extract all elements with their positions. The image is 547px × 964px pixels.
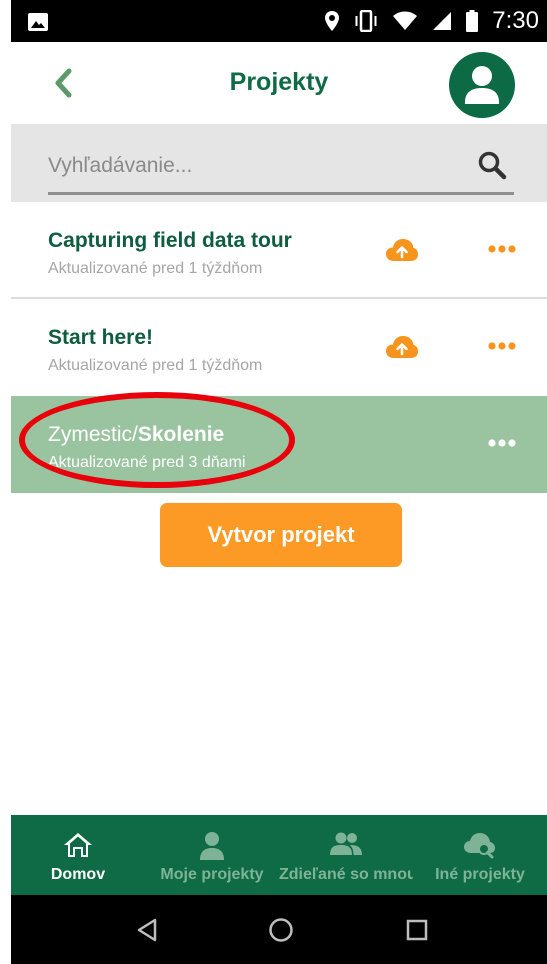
person-icon bbox=[200, 832, 224, 860]
vibrate-icon bbox=[355, 10, 377, 32]
cloud-search-icon bbox=[464, 833, 495, 859]
nav-home[interactable]: Domov bbox=[11, 815, 145, 895]
signal-icon bbox=[433, 12, 452, 30]
project-updated: Aktualizované pred 3 dňami bbox=[48, 454, 246, 471]
home-circle-icon[interactable] bbox=[266, 915, 296, 945]
search-icon[interactable] bbox=[477, 150, 507, 180]
cloud-upload-icon[interactable] bbox=[385, 237, 419, 263]
nav-label: Zdieľané so mnou bbox=[279, 866, 413, 883]
project-title: Zymestic/Skolenie bbox=[48, 423, 224, 447]
search-bar bbox=[11, 124, 547, 202]
project-name: Skolenie bbox=[137, 423, 225, 446]
avatar[interactable] bbox=[449, 52, 515, 118]
wifi-icon bbox=[393, 11, 418, 30]
project-updated: Aktualizované pred 1 týždňom bbox=[48, 357, 263, 374]
project-row-selected[interactable]: Zymestic/Skolenie Aktualizované pred 3 d… bbox=[11, 396, 547, 493]
location-icon bbox=[325, 11, 340, 31]
project-namespace: Zymestic/ bbox=[48, 423, 138, 446]
nav-shared[interactable]: Zdieľané so mnou bbox=[279, 815, 413, 895]
clock: 7:30 bbox=[492, 7, 539, 34]
nav-my-projects[interactable]: Moje projekty bbox=[145, 815, 279, 895]
app-screen: 7:30 Projekty Capturing field data tour … bbox=[0, 0, 547, 964]
app-header: Projekty bbox=[11, 42, 547, 124]
create-project-button[interactable]: Vytvor projekt bbox=[160, 503, 402, 567]
nav-other-projects[interactable]: Iné projekty bbox=[413, 815, 547, 895]
system-nav-bar bbox=[11, 895, 547, 964]
more-icon[interactable] bbox=[487, 434, 517, 452]
cloud-upload-icon[interactable] bbox=[385, 334, 419, 360]
status-bar: 7:30 bbox=[11, 0, 547, 42]
bottom-nav: Domov Moje projekty Zdieľané so mnou Iné… bbox=[11, 815, 547, 895]
more-icon[interactable] bbox=[487, 337, 517, 355]
people-icon bbox=[330, 832, 362, 855]
user-icon bbox=[465, 66, 499, 104]
project-row[interactable]: Start here! Aktualizované pred 1 týždňom bbox=[11, 299, 547, 396]
battery-icon bbox=[466, 10, 479, 32]
project-title: Capturing field data tour bbox=[48, 229, 292, 252]
status-icons: 7:30 bbox=[324, 0, 539, 42]
home-icon bbox=[64, 833, 92, 857]
project-title: Start here! bbox=[48, 326, 154, 349]
search-input[interactable] bbox=[48, 146, 478, 186]
nav-label: Domov bbox=[50, 866, 106, 883]
more-icon[interactable] bbox=[487, 240, 517, 258]
nav-label: Moje projekty bbox=[160, 866, 264, 883]
back-icon[interactable] bbox=[133, 915, 163, 945]
project-updated: Aktualizované pred 1 týždňom bbox=[48, 260, 263, 277]
nav-label: Iné projekty bbox=[435, 866, 525, 883]
search-underline bbox=[48, 192, 514, 195]
project-row[interactable]: Capturing field data tour Aktualizované … bbox=[11, 202, 547, 299]
recents-icon[interactable] bbox=[402, 915, 432, 945]
image-icon bbox=[28, 13, 48, 31]
